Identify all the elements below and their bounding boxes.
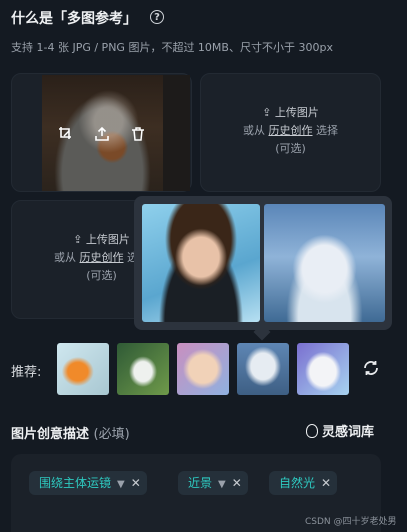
inspiration-button[interactable]: 灵感词库	[306, 421, 374, 440]
chevron-down-icon[interactable]: ▼	[117, 479, 125, 490]
watermark: CSDN @四十岁老处男	[305, 517, 397, 527]
recommend-label: 推荐:	[11, 365, 42, 380]
recommend-thumb-cartoon-cat[interactable]	[177, 343, 229, 395]
recommend-thumb-pegasus[interactable]	[237, 343, 289, 395]
recommend-thumb-forest-girl[interactable]	[117, 343, 169, 395]
close-icon[interactable]: ✕	[131, 476, 141, 490]
tag-label: 自然光	[279, 476, 316, 490]
description-title-text: 图片创意描述	[11, 427, 90, 442]
or-from-text: 或从	[54, 251, 76, 264]
tag-camera-motion[interactable]: 围绕主体运镜 ▼ ✕	[29, 471, 147, 495]
description-title: 图片创意描述 (必填)	[11, 423, 130, 442]
tag-label: 围绕主体运镜	[39, 476, 112, 490]
tag-label: 近景	[188, 476, 213, 490]
help-icon[interactable]: ?	[150, 10, 164, 24]
close-icon[interactable]: ✕	[232, 476, 242, 490]
upload-slot-2-content: ⇪ 上传图片 或从 历史创作 选择 (可选)	[200, 104, 381, 158]
tag-natural-light[interactable]: 自然光 ✕	[269, 471, 338, 495]
recommend-thumb-unicorn[interactable]	[297, 343, 349, 395]
inspiration-label: 灵感词库	[322, 425, 375, 440]
page-title: 什么是「多图参考」	[11, 11, 137, 27]
or-from-text: 或从	[243, 124, 265, 137]
preview-image-boy	[142, 204, 260, 322]
tag-close-up[interactable]: 近景 ▼ ✕	[178, 471, 248, 495]
preview-image-pegasus	[264, 204, 385, 322]
upload-requirements-text: 支持 1-4 张 JPG / PNG 图片，不超过 10MB、尺寸不小于 300…	[11, 41, 333, 54]
chevron-down-icon[interactable]: ▼	[218, 479, 226, 490]
upload-icon: ⇪	[73, 233, 83, 246]
upload-label: 上传图片	[274, 106, 319, 119]
required-text: (必填)	[93, 427, 130, 442]
close-icon[interactable]: ✕	[321, 476, 331, 490]
select-text: 选择	[316, 124, 338, 137]
history-link[interactable]: 历史创作	[80, 251, 124, 264]
trash-icon[interactable]	[129, 126, 147, 144]
upload-label: 上传图片	[85, 233, 130, 246]
upload-icon: ⇪	[262, 106, 272, 119]
crop-icon[interactable]	[57, 126, 75, 144]
upload-icon[interactable]	[93, 126, 111, 144]
history-link[interactable]: 历史创作	[269, 124, 313, 137]
refresh-icon[interactable]	[361, 359, 381, 379]
optional-text: (可选)	[275, 142, 306, 155]
uploaded-image-edge	[163, 75, 190, 191]
recommend-thumb-goldfish[interactable]	[57, 343, 109, 395]
lightbulb-icon	[306, 424, 318, 438]
